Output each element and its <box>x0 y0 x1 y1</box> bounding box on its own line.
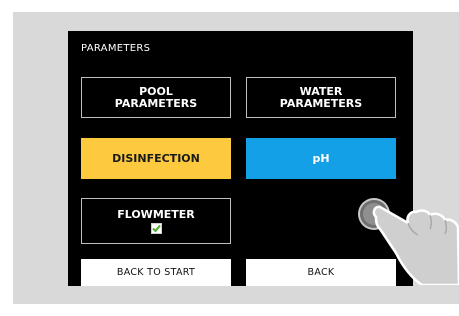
page-title: PARAMETERS <box>81 43 151 54</box>
pool-parameters-button[interactable]: POOL PARAMETERS <box>81 77 231 118</box>
pool-parameters-label: POOL PARAMETERS <box>114 84 198 110</box>
back-to-start-label: BACK TO START <box>116 266 196 278</box>
ph-label: pH <box>312 151 330 165</box>
back-to-start-button[interactable]: BACK TO START <box>81 259 231 286</box>
flowmeter-button[interactable]: FLOWMETER <box>81 198 231 244</box>
water-parameters-button[interactable]: WATER PARAMETERS <box>246 77 396 118</box>
disinfection-label: DISINFECTION <box>112 151 200 165</box>
flowmeter-label: FLOWMETER <box>117 207 195 221</box>
touchscreen: PARAMETERS POOL PARAMETERS WATER PARAMET… <box>68 31 413 286</box>
ph-button[interactable]: pH <box>246 138 396 179</box>
disinfection-button[interactable]: DISINFECTION <box>81 138 231 179</box>
back-label: BACK <box>307 266 335 278</box>
flowmeter-checkbox[interactable] <box>150 222 162 234</box>
water-parameters-label: WATER PARAMETERS <box>279 84 363 110</box>
pointing-hand-icon <box>372 205 459 285</box>
